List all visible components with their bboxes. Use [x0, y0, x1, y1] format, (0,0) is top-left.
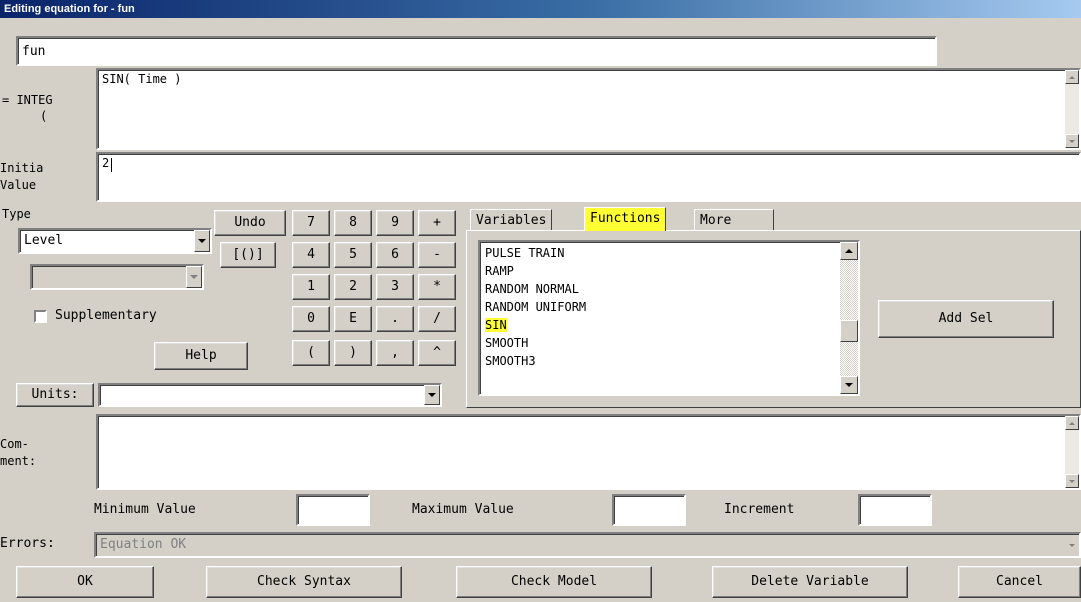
key-close-paren[interactable]: ): [334, 340, 372, 366]
list-item[interactable]: SMOOTH: [480, 334, 858, 352]
comment-label-1: Com-: [0, 437, 29, 451]
chevron-down-icon: [186, 266, 202, 288]
comment-scrollbar[interactable]: [1065, 416, 1079, 488]
key-dot[interactable]: .: [376, 306, 414, 332]
key-5[interactable]: 5: [334, 242, 372, 268]
key-8[interactable]: 8: [334, 210, 372, 236]
chevron-down-icon[interactable]: [424, 385, 440, 405]
text-cursor: [111, 158, 112, 172]
minimum-value-field[interactable]: [296, 494, 370, 526]
scroll-thumb[interactable]: [840, 320, 858, 342]
units-select[interactable]: [98, 383, 442, 407]
subtype-select: [30, 264, 204, 290]
chevron-down-icon: [1065, 534, 1079, 556]
list-item[interactable]: RANDOM NORMAL: [480, 280, 858, 298]
key-minus[interactable]: -: [418, 242, 456, 268]
errors-field: Equation OK: [94, 532, 1081, 558]
window-title: Editing equation for - fun: [0, 0, 1081, 18]
scroll-down-icon[interactable]: [840, 376, 858, 394]
help-button[interactable]: Help: [154, 342, 248, 370]
list-item[interactable]: RANDOM UNIFORM: [480, 298, 858, 316]
tab-variables[interactable]: Variables: [470, 209, 553, 230]
initial-label-2: Value: [0, 178, 37, 192]
initial-value-text: 2: [102, 156, 110, 170]
chevron-down-icon[interactable]: [194, 230, 210, 252]
type-select[interactable]: Level: [18, 228, 212, 254]
key-9[interactable]: 9: [376, 210, 414, 236]
key-0[interactable]: 0: [292, 306, 330, 332]
scroll-up-icon[interactable]: [1065, 416, 1079, 430]
key-caret[interactable]: ^: [418, 340, 456, 366]
undo-button[interactable]: Undo: [214, 210, 286, 236]
increment-label: Increment: [724, 502, 795, 517]
initial-label-1: Initia: [0, 161, 44, 175]
maximum-value-field[interactable]: [612, 494, 686, 526]
scroll-up-icon[interactable]: [840, 242, 858, 260]
equation-text: SIN( Time ): [102, 72, 182, 86]
tab-functions[interactable]: Functions: [584, 207, 667, 231]
increment-field[interactable]: [858, 494, 932, 526]
check-syntax-button[interactable]: Check Syntax: [206, 566, 402, 598]
key-6[interactable]: 6: [376, 242, 414, 268]
key-e[interactable]: E: [334, 306, 372, 332]
equation-textarea[interactable]: SIN( Time ): [96, 68, 1081, 150]
scroll-down-icon[interactable]: [1065, 134, 1079, 148]
errors-text: Equation OK: [100, 537, 187, 552]
integ-paren-label: (: [40, 109, 48, 123]
variable-name-text: fun: [22, 44, 46, 59]
type-label: Type: [2, 207, 31, 221]
minimum-value-label: Minimum Value: [94, 502, 196, 517]
comment-label-2: ment:: [0, 454, 37, 468]
integ-label: = INTEG: [2, 93, 53, 107]
list-item-selected[interactable]: SIN: [480, 316, 858, 334]
key-3[interactable]: 3: [376, 274, 414, 300]
key-comma[interactable]: ,: [376, 340, 414, 366]
ok-button[interactable]: OK: [16, 566, 154, 598]
scroll-down-icon[interactable]: [1065, 474, 1079, 488]
key-4[interactable]: 4: [292, 242, 330, 268]
list-item[interactable]: PULSE TRAIN: [480, 244, 858, 262]
functions-scrollbar[interactable]: [840, 242, 858, 394]
key-7[interactable]: 7: [292, 210, 330, 236]
units-button[interactable]: Units:: [16, 383, 94, 407]
supplementary-label: Supplementary: [55, 308, 157, 323]
functions-list[interactable]: PULSE TRAIN RAMP RANDOM NORMAL RANDOM UN…: [478, 240, 860, 396]
key-open-paren[interactable]: (: [292, 340, 330, 366]
maximum-value-label: Maximum Value: [412, 502, 514, 517]
variable-name-field[interactable]: fun: [16, 36, 937, 66]
errors-label: Errors:: [0, 536, 55, 551]
list-item[interactable]: SMOOTH3: [480, 352, 858, 370]
delete-variable-button[interactable]: Delete Variable: [712, 566, 908, 598]
check-model-button[interactable]: Check Model: [456, 566, 652, 598]
brackets-button[interactable]: [()]: [220, 242, 276, 268]
key-multiply[interactable]: *: [418, 274, 456, 300]
tab-more[interactable]: More: [694, 209, 774, 230]
supplementary-checkbox[interactable]: [34, 310, 47, 323]
scroll-up-icon[interactable]: [1065, 70, 1079, 84]
keypad: 7 8 9 + 4 5 6 - 1 2 3 * 0 E . / ( ) , ^: [292, 210, 458, 372]
type-selected-text: Level: [24, 233, 64, 248]
key-2[interactable]: 2: [334, 274, 372, 300]
list-item[interactable]: RAMP: [480, 262, 858, 280]
comment-textarea[interactable]: [96, 414, 1081, 490]
add-sel-button[interactable]: Add Sel: [878, 300, 1054, 338]
cancel-button[interactable]: Cancel: [958, 566, 1081, 598]
equation-scrollbar[interactable]: [1065, 70, 1079, 148]
initial-value-field[interactable]: 2: [96, 152, 1081, 202]
key-divide[interactable]: /: [418, 306, 456, 332]
key-1[interactable]: 1: [292, 274, 330, 300]
key-plus[interactable]: +: [418, 210, 456, 236]
